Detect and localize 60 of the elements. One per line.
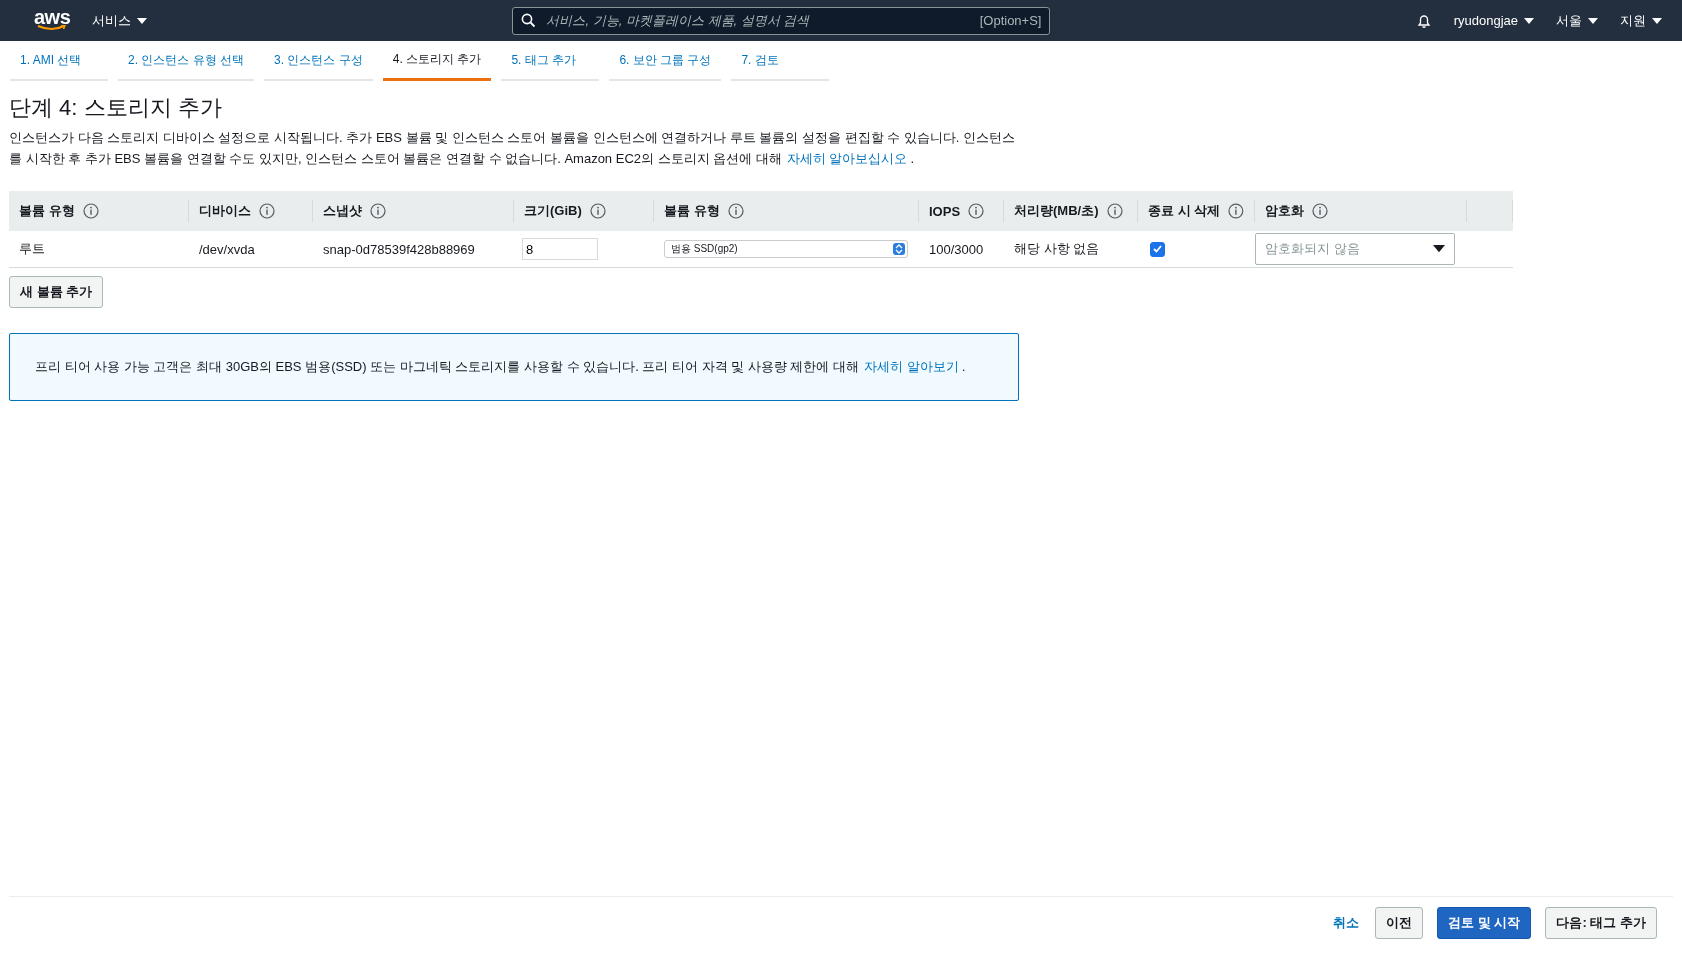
step-tab[interactable]: 3. 인스턴스 구성 xyxy=(264,47,373,81)
column-header: 암호화 xyxy=(1265,202,1304,220)
step-tab[interactable]: 1. AMI 선택 xyxy=(10,47,108,81)
table-cell-text: 루트 xyxy=(18,240,46,258)
learn-more-link[interactable]: 자세히 알아보십시오 xyxy=(786,151,908,166)
step-tab[interactable]: 4. 스토리지 추가 xyxy=(382,47,492,81)
account-menu[interactable]: ryudongjae xyxy=(1453,13,1534,28)
info-icon[interactable] xyxy=(370,203,386,219)
info-icon[interactable] xyxy=(259,203,275,219)
step-tab[interactable]: 2. 인스턴스 유형 선택 xyxy=(118,47,254,81)
logo[interactable]: aws xyxy=(34,8,71,33)
check-icon xyxy=(1153,245,1162,254)
step-tab[interactable]: 6. 보안 그룹 구성 xyxy=(609,47,722,81)
info-icon[interactable] xyxy=(1312,203,1328,219)
search-input[interactable]: 서비스, 기능, 마켓플레이스 제품, 설명서 검색 xyxy=(544,12,972,29)
step-tab[interactable]: 5. 태그 추가 xyxy=(501,47,600,81)
cancel-link[interactable]: 취소 xyxy=(1333,914,1360,932)
review-and-launch-button[interactable]: 검토 및 시작 xyxy=(1437,907,1532,939)
delete-on-termination-checkbox[interactable] xyxy=(1150,241,1165,257)
notice-text: 프리 티어 사용 가능 고객은 최대 30GB의 EBS 범용(SSD) 또는 마그네틱 스토리지를 사용할 수 있습니다. 프리 티어 자격 및 사용량 제한에 대해 자세히 알아보기 . xyxy=(35,358,967,376)
column-header: IOPS xyxy=(929,203,961,219)
caret-icon xyxy=(1588,17,1598,24)
caret-icon xyxy=(1652,17,1662,24)
table-cell-text: /dev/xvda xyxy=(198,241,256,257)
size-input-field[interactable]: 8 xyxy=(522,238,598,260)
column-header: 크기(GiB) xyxy=(524,202,582,220)
shortcut-hint: [Option+S] xyxy=(979,13,1042,28)
info-icon[interactable] xyxy=(589,203,606,219)
info-icon[interactable] xyxy=(968,203,985,219)
step-tab[interactable]: 7. 검토 xyxy=(731,47,830,81)
info-icon[interactable] xyxy=(1106,203,1123,219)
region-menu[interactable]: 서울 xyxy=(1556,11,1598,30)
page-title: 단계 4: 스토리지 추가 xyxy=(9,94,223,122)
search-bar[interactable]: 서비스, 기능, 마켓플레이스 제품, 설명서 검색 [Option+S] xyxy=(512,6,1051,35)
table-cell-text: snap-0d78539f428b88969 xyxy=(322,241,476,257)
column-header: 볼륨 유형 xyxy=(19,202,75,220)
column-header: 볼륨 유형 xyxy=(664,202,720,220)
column-header: 스냅샷 xyxy=(323,202,362,220)
table-cell-text: 100/3000 xyxy=(928,241,985,257)
table-cell-text: 해당 사항 없음 xyxy=(1013,240,1101,258)
column-header: 디바이스 xyxy=(199,202,251,220)
caret-icon xyxy=(137,17,148,24)
info-icon[interactable] xyxy=(727,203,744,219)
add-volume-button[interactable]: 새 볼륨 추가 xyxy=(9,276,104,308)
info-icon[interactable] xyxy=(1228,203,1244,219)
column-header: 처리량(MB/초) xyxy=(1014,202,1099,220)
services-menu[interactable]: 서비스 xyxy=(92,11,148,30)
next-button[interactable]: 다음: 태그 추가 xyxy=(1545,907,1657,939)
previous-button[interactable]: 이전 xyxy=(1375,907,1424,939)
select-arrows-icon xyxy=(893,243,905,255)
info-icon[interactable] xyxy=(82,203,99,219)
support-menu[interactable]: 지원 xyxy=(1620,11,1662,30)
learn-more-link[interactable]: 자세히 알아보기 xyxy=(864,359,959,374)
bell-icon[interactable] xyxy=(1415,12,1432,29)
description-text: 인스턴스가 다음 스토리지 디바이스 설정으로 시작됩니다. 추가 EBS 볼륨 및 인스턴스 스토어 볼륨을 인스턴스에 연결하거나 루트 볼륨의 설정을 편집할 수 있습니다. 인스턴스를 시작한 후 추가 EBS 볼륨을 연결할 수도 있지만, 인스턴스 스토어 볼륨은 연결할 수 없습니다. Amazon EC2의 스토리지 옵션에 대해 자세히 알아보십시오 . xyxy=(9,129,1017,168)
volume-type-select[interactable]: 범용 SSD(gp2) xyxy=(664,240,908,258)
caret-icon xyxy=(1524,17,1534,24)
column-header: 종료 시 삭제 xyxy=(1148,202,1221,220)
search-icon xyxy=(521,13,537,28)
caret-icon xyxy=(1433,245,1445,253)
